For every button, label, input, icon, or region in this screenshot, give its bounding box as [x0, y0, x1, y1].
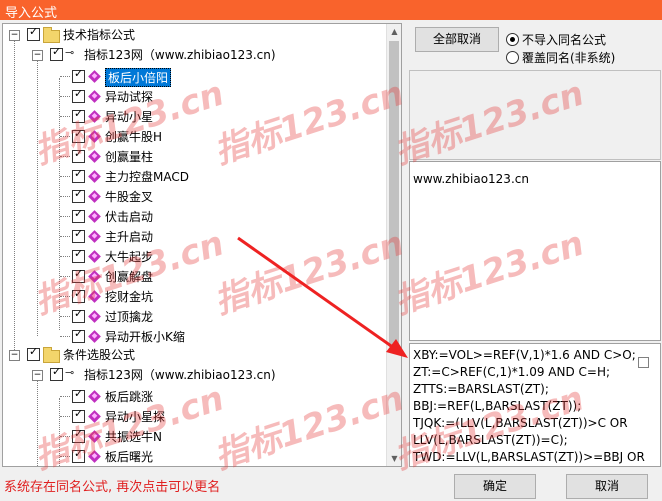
arrow-line	[237, 236, 395, 350]
arrow-head	[386, 339, 408, 358]
arrow-annotation	[237, 236, 408, 358]
